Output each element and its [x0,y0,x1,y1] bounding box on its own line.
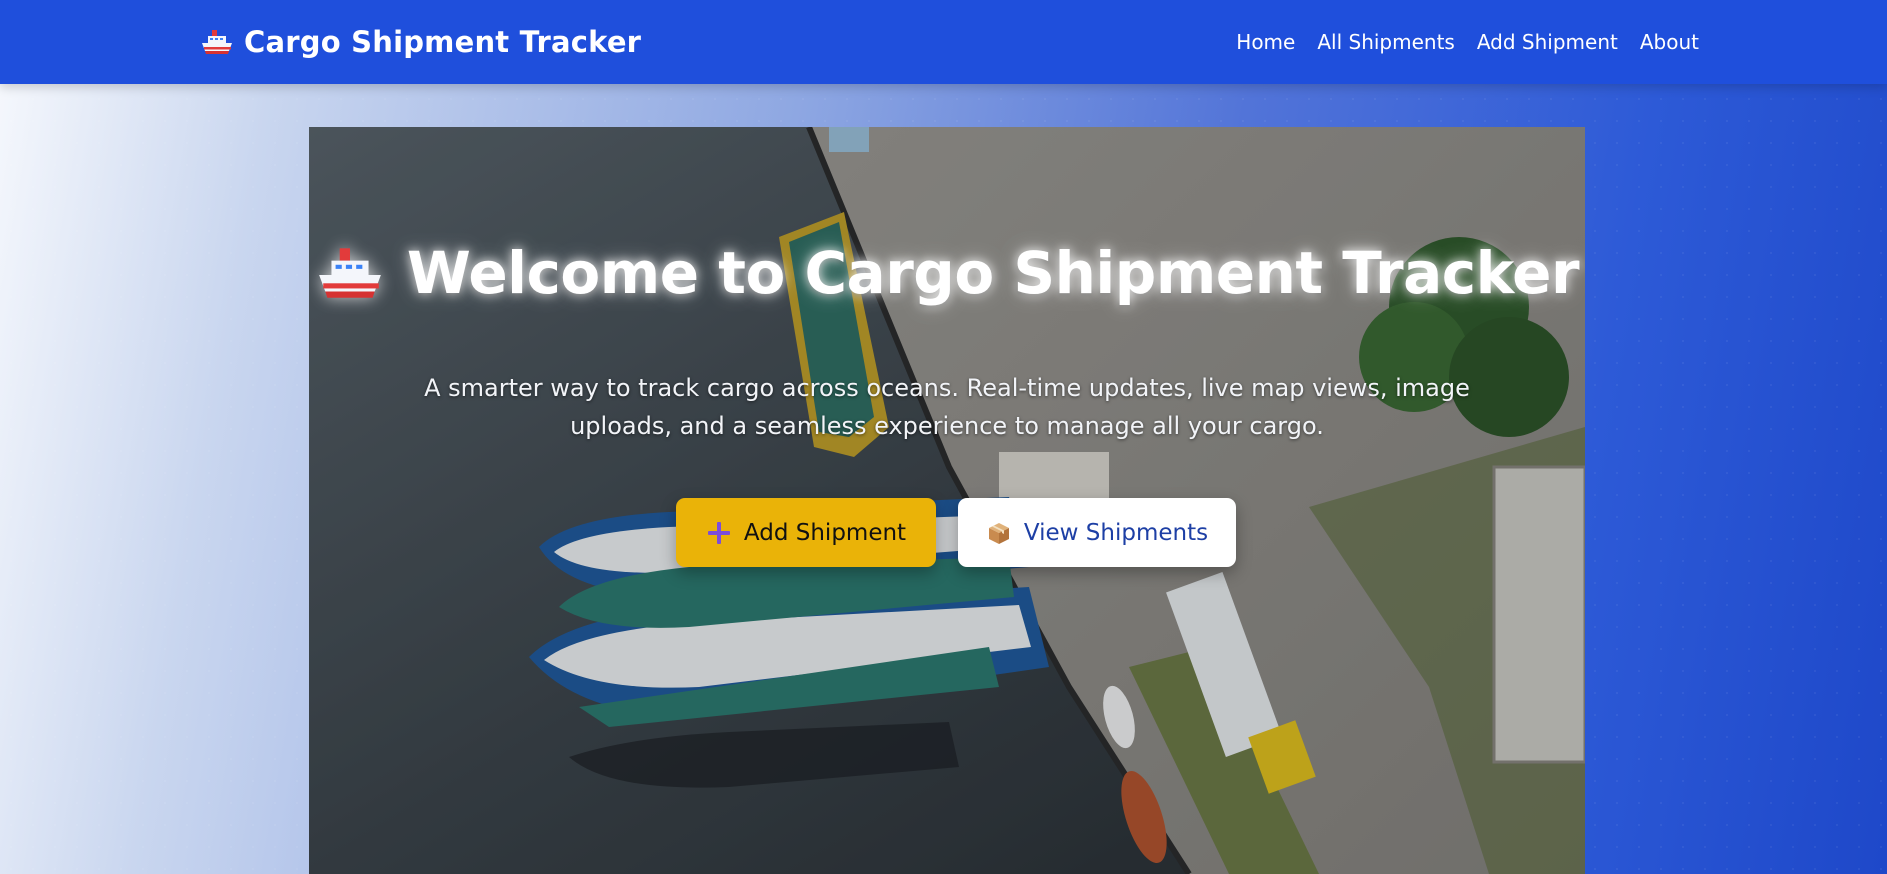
plus-icon [707,521,730,544]
add-shipment-label: Add Shipment [743,519,907,546]
package-icon [988,522,1009,544]
cruise-ship-icon [202,30,232,54]
nav-links: Home All Shipments Add Shipment About [1236,0,1699,84]
brand-title: Cargo Shipment Tracker [244,25,642,59]
view-shipments-button[interactable]: View Shipments [958,498,1236,567]
brand-link[interactable]: Cargo Shipment Tracker [200,0,641,84]
hero-section: Welcome to Cargo Shipment Tracker A smar… [309,127,1585,874]
nav-all-shipments[interactable]: All Shipments [1317,30,1455,54]
nav-about[interactable]: About [1640,30,1699,54]
view-shipments-label: View Shipments [1023,519,1209,546]
nav-home[interactable]: Home [1236,30,1295,54]
add-shipment-button[interactable]: Add Shipment [676,498,936,567]
cruise-ship-icon [319,248,381,298]
hero-subtitle: A smarter way to track cargo across ocea… [424,374,1470,440]
hero-title-text: Welcome to Cargo Shipment Tracker [406,239,1580,307]
nav-add-shipment[interactable]: Add Shipment [1477,30,1618,54]
navbar: Cargo Shipment Tracker Home All Shipment… [0,0,1887,84]
hero-buttons: Add Shipment View Shipments [309,498,1585,567]
hero-title: Welcome to Cargo Shipment Tracker [309,239,1585,307]
